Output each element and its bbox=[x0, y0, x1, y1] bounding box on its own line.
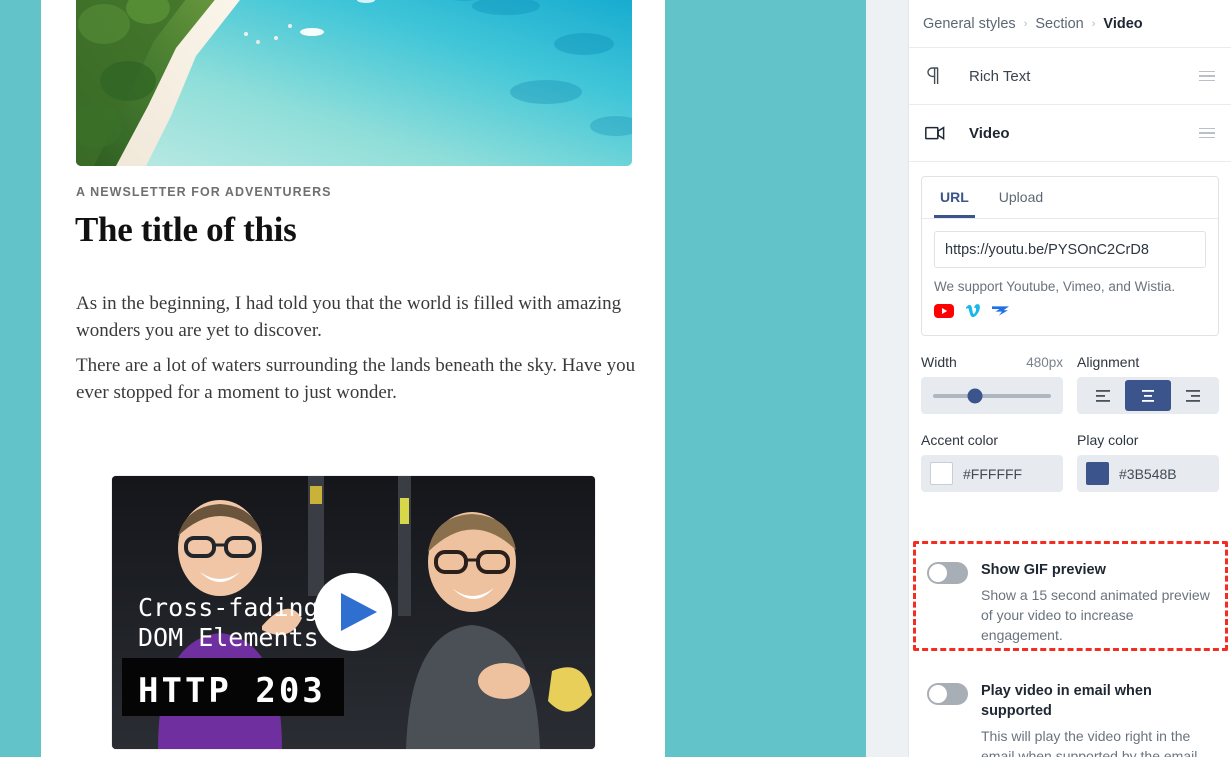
hero-image-graphic bbox=[76, 0, 632, 166]
show-gif-preview-text: Show GIF preview Show a 15 second animat… bbox=[981, 560, 1217, 645]
video-settings-panel: URL Upload We support Youtube, Vimeo, an… bbox=[909, 162, 1231, 492]
play-color-control: Play color #3B548B bbox=[1077, 432, 1219, 492]
width-header: Width 480px bbox=[921, 354, 1063, 370]
breadcrumb: General styles › Section › Video bbox=[909, 0, 1231, 48]
toggle-play-video-in-email: Play video in email when supported This … bbox=[921, 669, 1221, 757]
accent-color-control: Accent color #FFFFFF bbox=[921, 432, 1063, 492]
email-paragraph-1[interactable]: As in the beginning, I had told you that… bbox=[76, 290, 636, 344]
play-color-swatch[interactable] bbox=[1086, 462, 1109, 485]
canvas-gutter bbox=[866, 0, 908, 757]
width-value: 480px bbox=[1026, 355, 1063, 370]
toggle-show-gif-preview: Show GIF preview Show a 15 second animat… bbox=[921, 548, 1221, 651]
youtube-icon bbox=[934, 303, 954, 323]
chevron-right-icon: › bbox=[1023, 17, 1028, 30]
alignment-label: Alignment bbox=[1077, 354, 1140, 370]
email-content-column: A NEWSLETTER FOR ADVENTURERS The title o… bbox=[41, 0, 665, 757]
canvas-accent-band-left bbox=[0, 0, 41, 757]
email-canvas: A NEWSLETTER FOR ADVENTURERS The title o… bbox=[0, 0, 908, 757]
alignment-header: Alignment bbox=[1077, 354, 1219, 370]
supported-providers-note: We support Youtube, Vimeo, and Wistia. bbox=[934, 279, 1176, 294]
chevron-right-icon: › bbox=[1091, 17, 1096, 30]
slider-track[interactable] bbox=[933, 388, 1051, 403]
hero-image[interactable] bbox=[76, 0, 632, 166]
width-label: Width bbox=[921, 354, 957, 370]
toggle-title: Play video in email when supported bbox=[981, 683, 1152, 719]
email-builder-app: A NEWSLETTER FOR ADVENTURERS The title o… bbox=[0, 0, 1231, 757]
width-alignment-row: Width 480px Alignment bbox=[921, 354, 1219, 414]
svg-text:Cross-fading: Cross-fading bbox=[138, 593, 319, 622]
source-tabs: URL Upload bbox=[922, 177, 1218, 219]
switch-knob bbox=[929, 564, 947, 582]
pilcrow-icon bbox=[925, 67, 955, 85]
toggle-title: Show GIF preview bbox=[981, 562, 1106, 578]
video-toggles: Show GIF preview Show a 15 second animat… bbox=[921, 548, 1221, 757]
drag-handle-icon[interactable] bbox=[1195, 122, 1219, 145]
align-center-icon bbox=[1141, 389, 1154, 402]
email-paragraph-2[interactable]: There are a lot of waters surrounding th… bbox=[76, 352, 636, 406]
accent-color-swatch[interactable] bbox=[930, 462, 953, 485]
source-tab-content: We support Youtube, Vimeo, and Wistia. bbox=[922, 219, 1218, 335]
video-thumbnail: Cross-fading DOM Elements HTTP 203 bbox=[112, 476, 595, 749]
align-left-button[interactable] bbox=[1080, 380, 1125, 411]
play-video-in-email-text: Play video in email when supported This … bbox=[981, 681, 1217, 757]
play-video-in-email-switch[interactable] bbox=[927, 683, 968, 705]
video-source-card: URL Upload We support Youtube, Vimeo, an… bbox=[921, 176, 1219, 336]
align-center-button[interactable] bbox=[1125, 380, 1171, 411]
block-row-video[interactable]: Video bbox=[909, 105, 1231, 162]
play-color-value: #3B548B bbox=[1119, 465, 1177, 482]
toggle-description: This will play the video right in the em… bbox=[981, 728, 1198, 757]
width-control: Width 480px bbox=[921, 354, 1063, 414]
email-video-block[interactable]: Cross-fading DOM Elements HTTP 203 bbox=[112, 476, 595, 749]
svg-text:HTTP 203: HTTP 203 bbox=[138, 671, 326, 711]
provider-icons bbox=[934, 303, 1206, 323]
play-color-header: Play color bbox=[1077, 432, 1219, 448]
breadcrumb-item-section[interactable]: Section bbox=[1035, 16, 1083, 32]
accent-color-header: Accent color bbox=[921, 432, 1063, 448]
email-eyebrow[interactable]: A NEWSLETTER FOR ADVENTURERS bbox=[76, 185, 636, 199]
align-right-button[interactable] bbox=[1171, 380, 1216, 411]
svg-text:DOM Elements: DOM Elements bbox=[138, 623, 319, 652]
switch-knob bbox=[929, 685, 947, 703]
accent-color-value: #FFFFFF bbox=[963, 465, 1023, 482]
accent-color-label: Accent color bbox=[921, 432, 999, 448]
color-controls-row: Accent color #FFFFFF Play color #3B548B bbox=[921, 432, 1219, 492]
block-label: Rich Text bbox=[969, 67, 1031, 85]
tab-url[interactable]: URL bbox=[934, 177, 975, 218]
vimeo-icon bbox=[964, 303, 981, 323]
settings-sidebar: General styles › Section › Video Rich Te… bbox=[908, 0, 1231, 757]
show-gif-preview-switch[interactable] bbox=[927, 562, 968, 584]
tab-upload[interactable]: Upload bbox=[993, 177, 1049, 218]
width-slider[interactable] bbox=[921, 377, 1063, 414]
slider-knob[interactable] bbox=[967, 388, 983, 403]
canvas-accent-band-right bbox=[665, 0, 866, 757]
drag-handle-icon[interactable] bbox=[1195, 65, 1219, 88]
wistia-icon bbox=[991, 304, 1010, 322]
breadcrumb-item-general-styles[interactable]: General styles bbox=[923, 16, 1016, 32]
video-camera-icon bbox=[925, 126, 955, 140]
toggle-description: Show a 15 second animated preview of you… bbox=[981, 587, 1210, 643]
play-color-label: Play color bbox=[1077, 432, 1139, 448]
email-headline[interactable]: The title of this bbox=[75, 210, 635, 250]
alignment-control: Alignment bbox=[1077, 354, 1219, 414]
breadcrumb-item-video[interactable]: Video bbox=[1103, 16, 1142, 32]
align-left-icon bbox=[1095, 389, 1110, 402]
video-url-input[interactable] bbox=[934, 231, 1206, 268]
block-label: Video bbox=[969, 124, 1010, 142]
block-row-rich-text[interactable]: Rich Text bbox=[909, 48, 1231, 105]
alignment-button-group bbox=[1077, 377, 1219, 414]
align-right-icon bbox=[1186, 389, 1201, 402]
play-color-field[interactable]: #3B548B bbox=[1077, 455, 1219, 492]
accent-color-field[interactable]: #FFFFFF bbox=[921, 455, 1063, 492]
